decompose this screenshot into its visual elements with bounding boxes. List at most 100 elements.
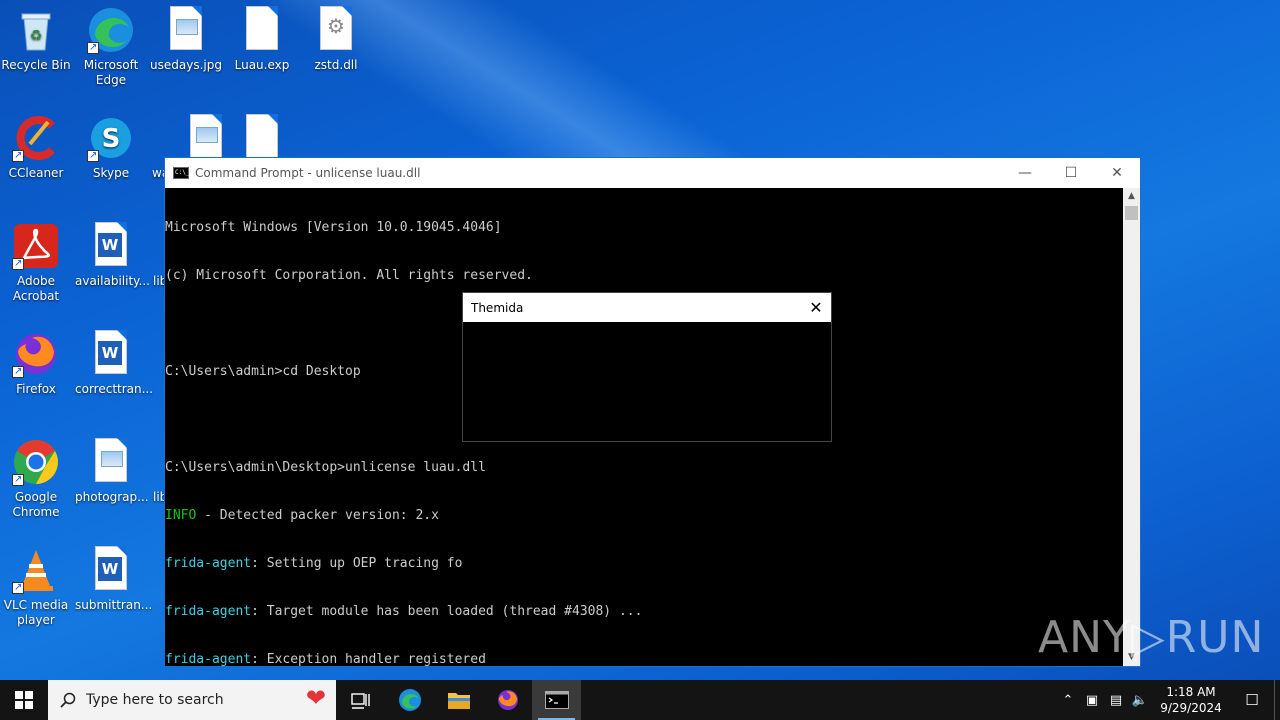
console-line: frida-agent: Target module has been load… [165, 604, 643, 619]
acrobat-icon [12, 222, 60, 271]
desktop-icon-label: availability... [75, 274, 150, 288]
desktop-icon-luau-exp[interactable]: Luau.exp [226, 0, 298, 73]
task-view-icon [350, 693, 370, 709]
desktop-icon-photograp[interactable]: photograp... [75, 432, 149, 505]
desktop-icon-label: Luau.exp [234, 58, 290, 72]
desktop-icon-label: Microsoft Edge [83, 58, 139, 87]
firefox-icon [497, 690, 518, 710]
edge-icon [398, 689, 421, 711]
image-file-icon [162, 6, 210, 54]
console-line: Microsoft Windows [Version 10.0.19045.40… [165, 220, 502, 235]
minimize-button[interactable]: — [1002, 158, 1048, 188]
dll-file-icon: ⚙ [312, 6, 360, 54]
shortcut-arrow-icon [12, 364, 24, 379]
dialog-titlebar[interactable]: Themida ✕ [463, 293, 831, 322]
shortcut-arrow-icon [12, 472, 24, 487]
themida-dialog[interactable]: Themida ✕ [462, 292, 832, 442]
desktop-icon-label: Recycle Bin [1, 58, 71, 72]
taskbar-firefox[interactable] [483, 680, 532, 720]
scrollbar-thumb[interactable] [1125, 206, 1138, 220]
skype-icon: S [87, 114, 135, 163]
word-document-icon: W [87, 222, 135, 270]
scroll-up-arrow-icon[interactable]: ▲ [1123, 188, 1140, 205]
desktop-icon-edge[interactable]: Microsoft Edge [75, 0, 147, 88]
desktop-icon-correcttran[interactable]: W correcttran... [75, 324, 154, 397]
shortcut-arrow-icon [87, 40, 99, 55]
vlc-icon [12, 546, 60, 595]
system-tray: ⌃ ▣ ▤ 🔈 1:18 AM 9/29/2024 ☐ [1056, 680, 1280, 720]
desktop-icon-adobe-acrobat[interactable]: Adobe Acrobat [0, 216, 72, 304]
ccleaner-icon [12, 114, 60, 163]
desktop-icon-submittran[interactable]: W submittran... [75, 540, 152, 613]
firefox-icon [12, 330, 60, 379]
search-icon [60, 692, 76, 708]
desktop-icon-vlc[interactable]: VLC media player [0, 540, 72, 628]
close-button[interactable]: ✕ [1094, 158, 1140, 188]
clock-time: 1:18 AM [1166, 685, 1216, 699]
search-placeholder: Type here to search [86, 692, 224, 708]
svg-text:♻: ♻ [30, 28, 43, 44]
blank-file-icon [238, 6, 286, 54]
desktop-icon-label: correcttran... [75, 382, 154, 396]
shortcut-arrow-icon [12, 148, 24, 163]
desktop-icon-google-chrome[interactable]: Google Chrome [0, 432, 72, 520]
show-desktop-button[interactable] [1274, 680, 1280, 720]
desktop-icon-label: Adobe Acrobat [12, 274, 60, 303]
desktop-icon-skype[interactable]: S Skype [75, 108, 147, 181]
task-view-button[interactable] [336, 680, 385, 720]
desktop-icon-label: Google Chrome [12, 490, 60, 519]
cmd-titlebar[interactable]: Command Prompt - unlicense luau.dll — ☐ … [165, 158, 1140, 188]
word-document-icon: W [87, 330, 135, 378]
notifications-icon[interactable]: ☐ [1230, 691, 1274, 709]
desktop-icon-recycle-bin[interactable]: ♻ Recycle Bin [0, 0, 72, 73]
dialog-close-button[interactable]: ✕ [801, 293, 831, 322]
cmd-icon [544, 691, 569, 709]
desktop-icon-label: CCleaner [8, 166, 64, 180]
desktop-icon-label: Firefox [16, 382, 56, 396]
chrome-icon [12, 438, 60, 487]
desktop-icon-label: Skype [92, 166, 130, 180]
maximize-button[interactable]: ☐ [1048, 158, 1094, 188]
folder-icon [447, 693, 470, 709]
svg-text:S: S [102, 124, 121, 154]
frida-agent-tag: frida-agent [165, 556, 252, 571]
console-line: frida-agent: Setting up OEP tracing fo [165, 556, 463, 571]
word-document-icon: W [87, 546, 135, 594]
taskbar-command-prompt[interactable] [532, 680, 581, 720]
shortcut-arrow-icon [87, 148, 99, 163]
image-file-icon [182, 114, 230, 162]
vertical-scrollbar[interactable]: ▲ ▼ [1123, 188, 1140, 666]
desktop-icon-label: VLC media player [3, 598, 69, 627]
desktop-icon-zstd-dll[interactable]: ⚙ zstd.dll [300, 0, 372, 73]
start-button[interactable] [0, 680, 48, 720]
clock-date: 9/29/2024 [1160, 701, 1222, 715]
taskbar-edge[interactable] [385, 680, 434, 720]
dialog-title: Themida [471, 300, 524, 315]
edge-icon [87, 6, 135, 55]
taskbar-search-box[interactable]: Type here to search ❤ [48, 680, 336, 720]
console-line: INFO - Detected packer version: 2.x [165, 508, 439, 523]
meet-now-icon[interactable]: ▣ [1080, 693, 1104, 708]
network-icon[interactable]: ▤ [1104, 693, 1128, 708]
windows-logo-icon [15, 691, 33, 709]
console-line: frida-agent: Exception handler registere… [165, 652, 486, 667]
desktop-icon-firefox[interactable]: Firefox [0, 324, 72, 397]
shortcut-arrow-icon [12, 256, 24, 271]
desktop-icon-label: usedays.jpg [150, 58, 222, 72]
desktop-icon-availability[interactable]: W availability... [75, 216, 150, 289]
taskbar-clock[interactable]: 1:18 AM 9/29/2024 [1152, 684, 1230, 716]
taskbar: Type here to search ❤ ⌃ ▣ ▤ 🔈 1:18 AM 9/… [0, 680, 1280, 720]
console-line: C:\Users\admin\Desktop>unlicense luau.dl… [165, 460, 486, 475]
cmd-window-title: Command Prompt - unlicense luau.dll [195, 166, 421, 180]
chevron-up-icon[interactable]: ⌃ [1056, 693, 1080, 708]
volume-icon[interactable]: 🔈 [1128, 693, 1152, 708]
taskbar-file-explorer[interactable] [434, 680, 483, 720]
shortcut-arrow-icon [12, 580, 24, 595]
image-file-icon [150, 114, 170, 162]
desktop-icon-ccleaner[interactable]: CCleaner [0, 108, 72, 181]
desktop-icon-usedays-jpg[interactable]: usedays.jpg [150, 0, 222, 73]
frida-agent-tag: frida-agent [165, 652, 252, 667]
blank-file-icon [238, 114, 286, 162]
console-line: (c) Microsoft Corporation. All rights re… [165, 268, 533, 283]
search-highlight-hearts-icon: ❤ [305, 684, 326, 712]
